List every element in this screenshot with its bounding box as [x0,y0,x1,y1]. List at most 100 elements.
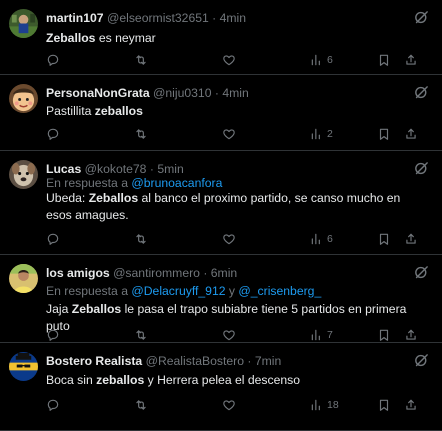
timestamp[interactable]: 6min [211,266,237,280]
retweet-button[interactable] [134,327,148,343]
author-handle[interactable]: @santirommero [113,266,200,280]
tweet-text: Pastillita zeballos [46,103,428,120]
highlighted-keyword: Zeballos [46,31,96,45]
share-button[interactable] [404,397,418,413]
grok-button[interactable] [413,84,430,101]
action-bar: 2 [46,126,428,144]
views-icon [311,329,320,341]
reply-mention-link[interactable]: @_crisenberg_ [238,284,321,298]
avatar[interactable] [9,264,38,293]
bookmark-button[interactable] [377,126,391,142]
retweet-icon [136,330,146,340]
separator-dot: · [203,266,208,280]
bookmark-button[interactable] [377,397,391,413]
avatar[interactable] [9,160,38,189]
grok-button[interactable] [413,9,430,26]
view-count: 7 [327,329,333,341]
reply-button[interactable] [46,52,60,68]
bookmark-button[interactable] [377,231,391,247]
like-button[interactable] [222,52,236,68]
timestamp[interactable]: 4min [222,86,248,100]
highlighted-keyword: zeballos [94,104,143,118]
retweet-icon [136,234,146,244]
views-icon [311,128,320,140]
avatar-soccer-photo-icon [9,9,38,38]
reply-button[interactable] [46,126,60,142]
heart-icon [223,234,235,245]
like-button[interactable] [222,397,236,413]
author-name[interactable]: martin107 [46,11,104,25]
tweet-header: los amigos @santirommero · 6min [46,266,402,281]
author-name[interactable]: Lucas [46,162,81,176]
like-button[interactable] [222,126,236,142]
avatar[interactable] [9,84,38,113]
reply-mention-link[interactable]: @Delacruyff_912 [131,284,225,298]
avatar[interactable] [9,9,38,38]
view-count: 6 [327,54,333,66]
tweet[interactable]: Lucas @kokote78 · 5min En respuesta a @br… [0,151,442,255]
share-button[interactable] [404,231,418,247]
author-handle[interactable]: @elseormist32651 [107,11,209,25]
heart-icon [223,129,235,140]
text-segment: y Herrera pelea el descenso [144,373,301,387]
views-icon [311,54,320,66]
heart-icon [223,400,235,411]
tweet-text: Boca sin zeballos y Herrera pelea el des… [46,372,428,389]
timestamp[interactable]: 4min [220,11,246,25]
text-segment: Ubeda: [46,191,89,205]
reply-icon [47,54,59,66]
views-button[interactable]: 18 [310,397,339,413]
tweet-header: Bostero Realista @RealistaBostero · 7min [46,354,402,369]
views-button[interactable]: 2 [310,126,333,142]
author-name[interactable]: PersonaNonGrata [46,86,150,100]
highlighted-keyword: zeballos [96,373,145,387]
tweet[interactable]: PersonaNonGrata @niju0310 · 4min Pastilli… [0,75,442,151]
reply-button[interactable] [46,231,60,247]
reply-mention-link[interactable]: @brunoacanfora [131,176,222,190]
bookmark-icon [379,128,389,140]
share-icon [406,233,416,244]
action-bar: 18 [46,397,428,415]
views-button[interactable]: 7 [310,327,333,343]
action-bar: 6 [46,52,428,70]
grok-button[interactable] [413,264,430,281]
views-button[interactable]: 6 [310,52,333,68]
separator-dot: · [212,11,217,25]
share-button[interactable] [404,126,418,142]
retweet-button[interactable] [134,126,148,142]
author-handle[interactable]: @kokote78 [85,162,147,176]
author-handle[interactable]: @niju0310 [153,86,211,100]
share-button[interactable] [404,327,418,343]
share-button[interactable] [404,52,418,68]
bookmark-button[interactable] [377,327,391,343]
tweet[interactable]: los amigos @santirommero · 6min En respue… [0,255,442,343]
timestamp[interactable]: 7min [255,354,281,368]
action-bar: 6 [46,231,428,249]
text-segment: Pastillita [46,104,95,118]
avatar[interactable] [9,352,38,381]
author-handle[interactable]: @RealistaBostero [146,354,244,368]
retweet-button[interactable] [134,231,148,247]
reply-button[interactable] [46,397,60,413]
timestamp[interactable]: 5min [157,162,183,176]
text-segment: Jaja [46,302,72,316]
like-button[interactable] [222,231,236,247]
grok-button[interactable] [413,160,430,177]
tweet[interactable]: Bostero Realista @RealistaBostero · 7min… [0,343,442,431]
like-button[interactable] [222,327,236,343]
views-button[interactable]: 6 [310,231,333,247]
share-icon [406,54,416,65]
grok-button[interactable] [413,352,430,369]
bookmark-button[interactable] [377,52,391,68]
grok-icon [415,162,428,175]
avatar-cartoon-face-icon [9,84,38,113]
reply-button[interactable] [46,327,60,343]
retweet-button[interactable] [134,397,148,413]
retweet-button[interactable] [134,52,148,68]
avatar-player-photo-icon [9,264,38,293]
tweet[interactable]: martin107 @elseormist32651 · 4min Zeballo… [0,0,442,75]
author-name[interactable]: Bostero Realista [46,354,142,368]
view-count: 18 [327,399,339,411]
author-name[interactable]: los amigos [46,266,110,280]
text-segment: es neymar [95,31,156,45]
